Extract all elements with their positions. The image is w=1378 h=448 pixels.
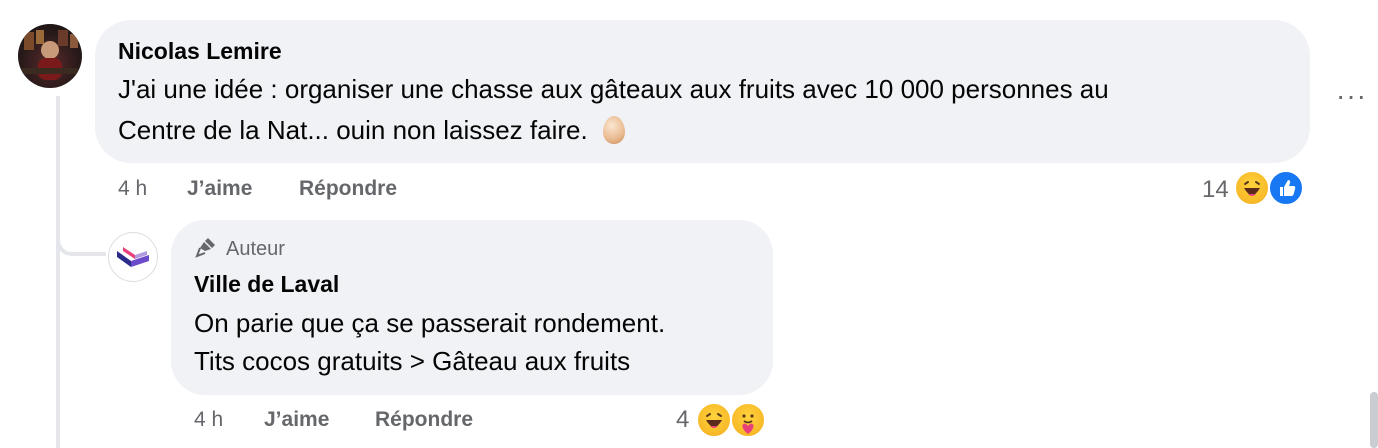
comment-author-name[interactable]: Nicolas Lemire bbox=[118, 38, 282, 65]
reply-author-name[interactable]: Ville de Laval bbox=[194, 271, 339, 298]
avatar-photo-icon bbox=[22, 30, 78, 80]
more-options-button[interactable]: ··· bbox=[1336, 80, 1367, 112]
ville-de-laval-logo-icon bbox=[117, 247, 149, 267]
thread-line bbox=[56, 96, 60, 448]
like-reaction-icon[interactable] bbox=[1268, 170, 1304, 206]
avatar[interactable] bbox=[108, 232, 158, 282]
scrollbar[interactable] bbox=[1370, 392, 1378, 448]
care-reaction-icon[interactable] bbox=[730, 402, 766, 438]
reaction-count[interactable]: 14 bbox=[1202, 176, 1229, 204]
reply-timestamp[interactable]: 4 h bbox=[194, 408, 223, 432]
avatar[interactable] bbox=[18, 24, 82, 88]
laugh-reaction-icon[interactable] bbox=[696, 402, 732, 438]
reply-reaction-count[interactable]: 4 bbox=[676, 406, 689, 434]
reply-text-line-2: Tits cocos gratuits > Gâteau aux fruits bbox=[194, 346, 631, 376]
comment-text-line-1: J'ai une idée : organiser une chasse aux… bbox=[118, 74, 1109, 104]
reply-button[interactable]: Répondre bbox=[299, 177, 397, 201]
author-badge-icon bbox=[194, 235, 218, 264]
reply-like-button[interactable]: J’aime bbox=[264, 408, 329, 432]
comment-text-line-2: Centre de la Nat... ouin non laissez fai… bbox=[118, 115, 588, 145]
egg-emoji-icon bbox=[602, 116, 625, 144]
author-badge-label: Auteur bbox=[226, 238, 285, 260]
laugh-reaction-icon[interactable] bbox=[1234, 170, 1270, 206]
reply-connector bbox=[56, 200, 106, 256]
comment-timestamp[interactable]: 4 h bbox=[118, 177, 147, 201]
reply-text-line-1: On parie que ça se passerait rondement. bbox=[194, 308, 666, 338]
like-button[interactable]: J’aime bbox=[187, 177, 252, 201]
reply-reply-button[interactable]: Répondre bbox=[375, 408, 473, 432]
